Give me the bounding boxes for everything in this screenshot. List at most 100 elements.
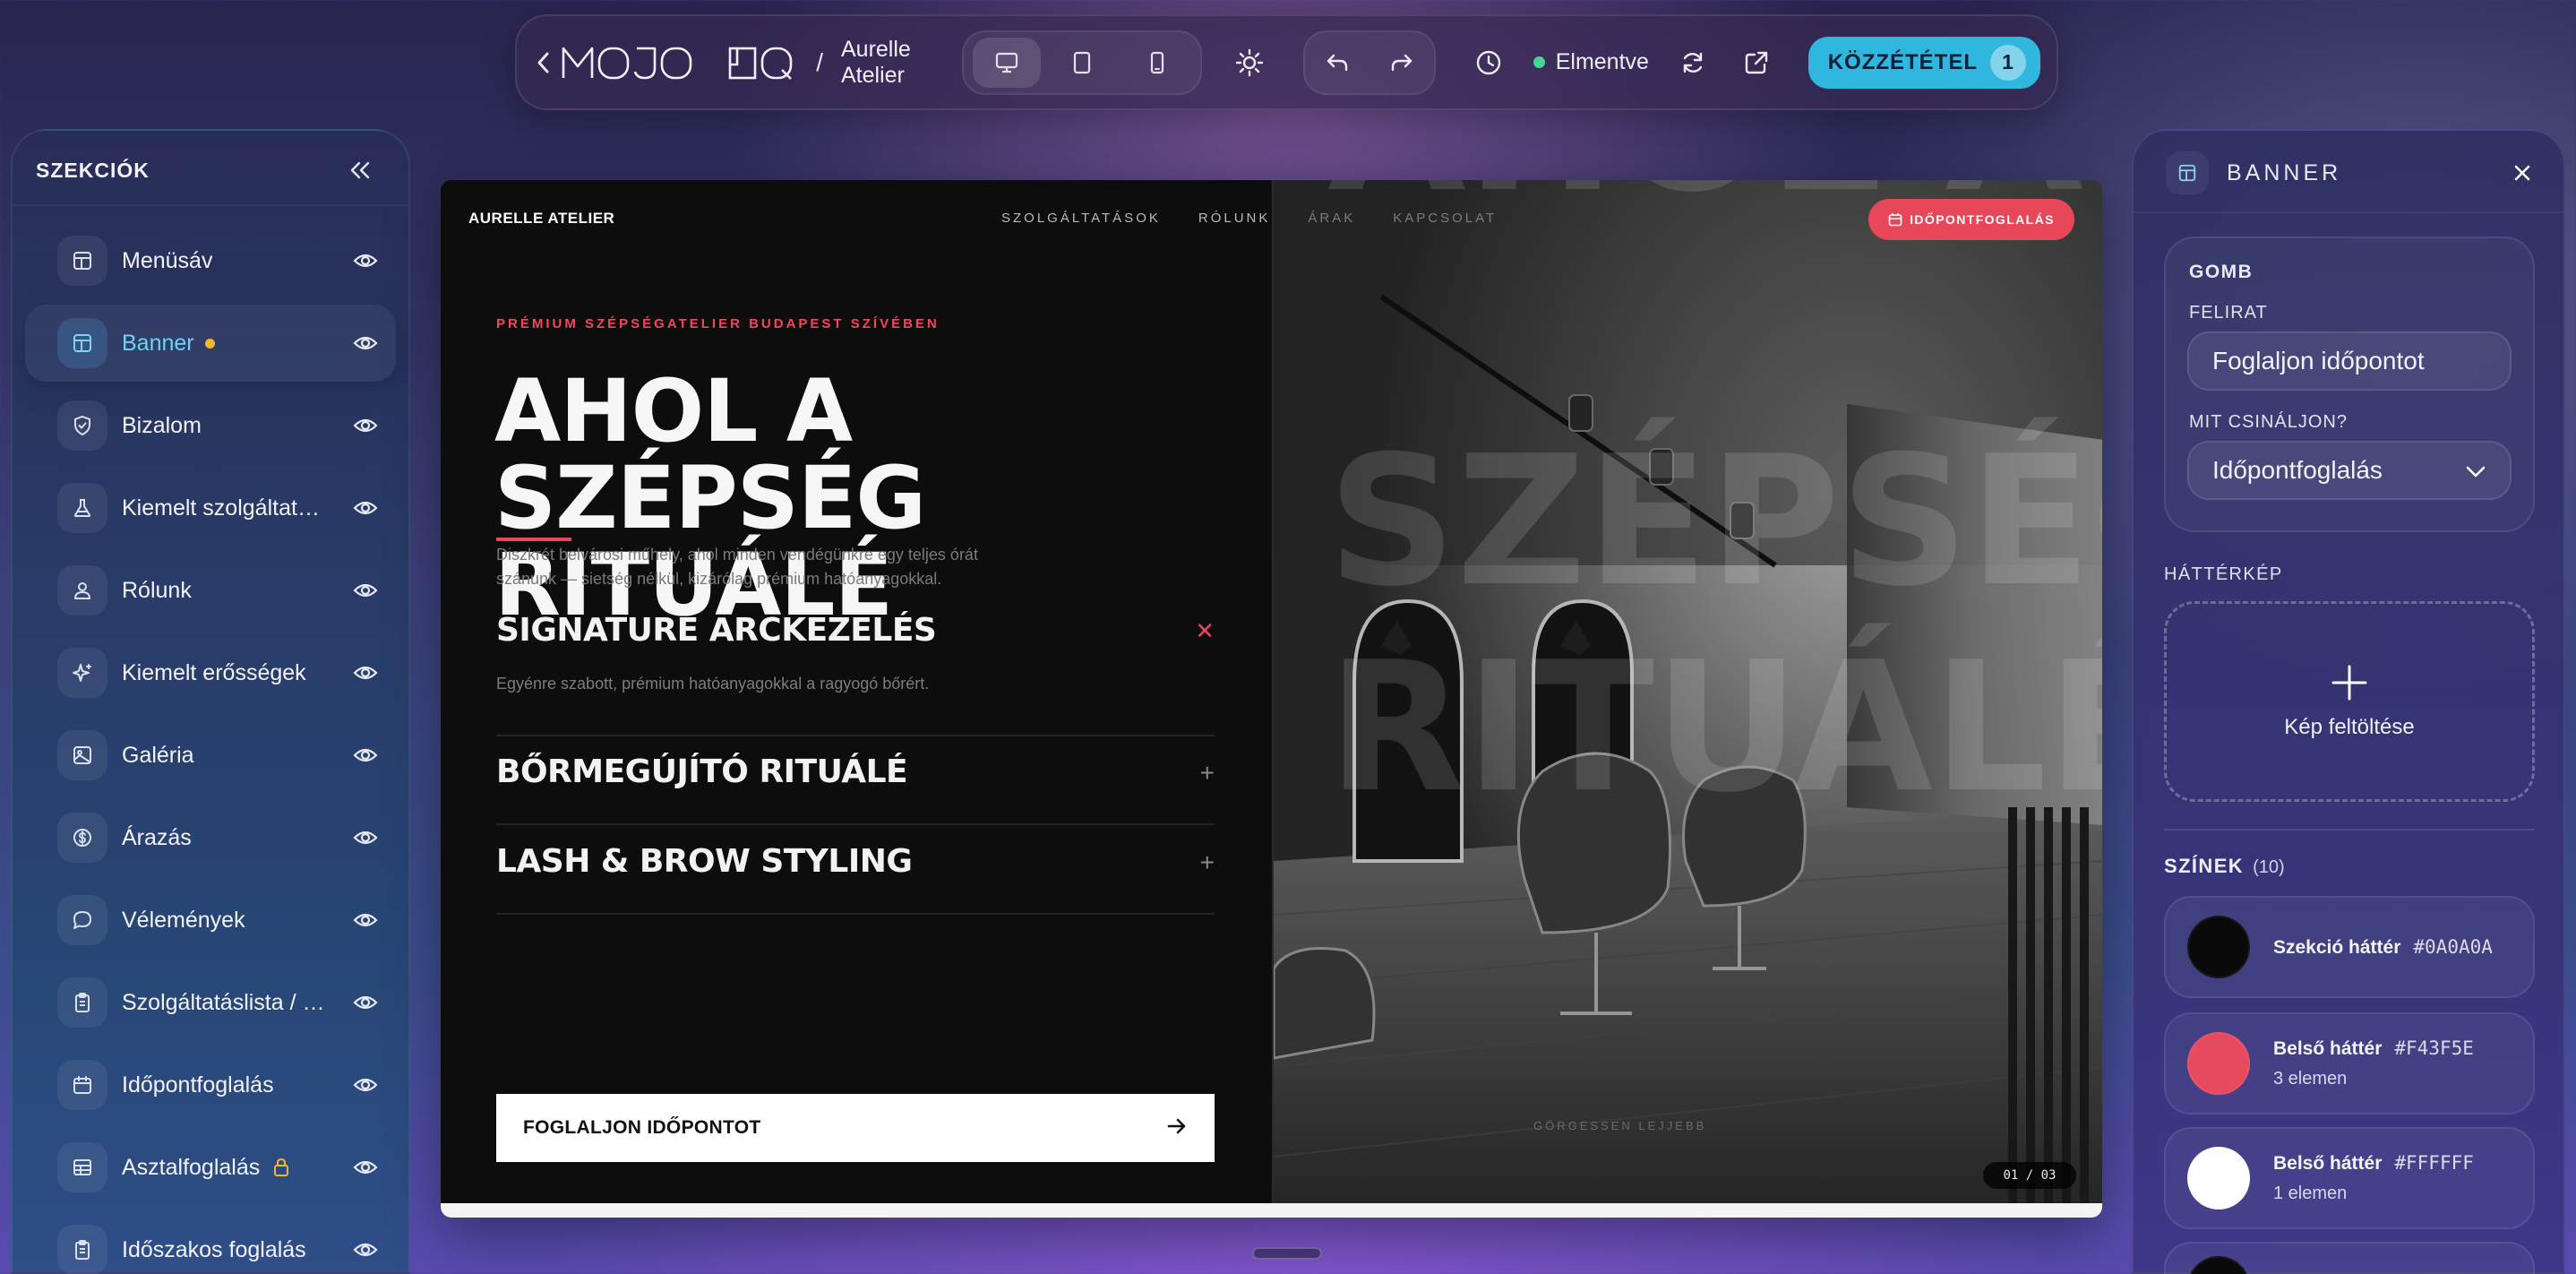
plus-icon[interactable]: + xyxy=(1200,759,1215,788)
chat-icon xyxy=(57,895,107,945)
button-settings-card: GOMB FELIRAT Foglaljon időpontot MIT CSI… xyxy=(2164,237,2535,532)
nav-link-contact[interactable]: KAPCSOLAT xyxy=(1393,211,1497,226)
history-button[interactable] xyxy=(1468,34,1510,91)
preview-booking-button[interactable]: IDŐPONTFOGLALÁS xyxy=(1868,199,2074,240)
canvas-scrollbar[interactable] xyxy=(441,1203,2102,1218)
sidebar-item-banner[interactable]: Banner xyxy=(25,305,396,382)
image-icon xyxy=(57,730,107,780)
booking-button-label: IDŐPONTFOGLALÁS xyxy=(1910,212,2055,227)
back-button[interactable] xyxy=(529,36,558,90)
banner-eyebrow[interactable]: PRÉMIUM SZÉPSÉGATELIER BUDAPEST SZÍVÉBEN xyxy=(496,316,940,331)
nav-link-services[interactable]: SZOLGÁLTATÁSOK xyxy=(1001,211,1161,226)
layout-icon xyxy=(57,318,107,368)
color-swatch[interactable] xyxy=(2187,1256,2250,1274)
eye-icon[interactable] xyxy=(353,746,378,764)
eye-icon[interactable] xyxy=(353,417,378,435)
panel-divider xyxy=(2164,829,2535,831)
banner-image-pane: AHOL A SZÉPSÉG RITUÁLÉ GÖRGESSEN LEJJEBB… xyxy=(1272,180,2102,1203)
eye-icon[interactable] xyxy=(353,829,378,847)
mobile-icon xyxy=(1150,51,1164,73)
bg-word-2: RITUÁLÉ xyxy=(1327,623,2102,832)
undo-button[interactable] xyxy=(1309,38,1366,88)
color-swatch[interactable] xyxy=(2187,916,2250,978)
sidebar-item-label: Banner xyxy=(122,330,194,356)
close-panel-button[interactable] xyxy=(2504,155,2540,191)
eye-icon[interactable] xyxy=(353,1241,378,1259)
eye-icon[interactable] xyxy=(353,499,378,517)
action-select[interactable]: Időpontfoglalás xyxy=(2187,441,2512,500)
color-item-section-bg[interactable]: Szekció háttér #0A0A0A xyxy=(2164,896,2535,998)
upload-label: Kép feltöltése xyxy=(2284,715,2415,739)
device-switcher xyxy=(961,30,1202,95)
accordion-description: Egyénre szabott, prémium hatóanyagokkal … xyxy=(496,675,930,693)
sync-button[interactable] xyxy=(1672,34,1714,91)
preview-brand[interactable]: AURELLE ATELIER xyxy=(468,210,614,228)
button-section-title: GOMB xyxy=(2189,262,2254,282)
image-upload-dropzone[interactable]: Kép feltöltése xyxy=(2164,601,2535,802)
banner-cta-button[interactable]: FOGLALJON IDŐPONTOT xyxy=(496,1094,1215,1162)
color-item-inner-bg-red[interactable]: Belső háttér #F43F5E 3 elemen xyxy=(2164,1012,2535,1115)
eye-icon[interactable] xyxy=(353,911,378,929)
accordion-item[interactable]: BŐRMEGÚJÍTÓ RITUÁLÉ + xyxy=(496,753,1215,807)
accordion-title: LASH & BROW STYLING xyxy=(496,843,913,880)
sidebar-item-kiemelt-szolgaltatasok[interactable]: Kiemelt szolgáltatások xyxy=(25,469,396,547)
color-info: Belső háttér #F43F5E 3 elemen xyxy=(2273,1037,2474,1089)
eye-icon[interactable] xyxy=(353,1076,378,1094)
publish-button[interactable]: KÖZZÉTÉTEL 1 xyxy=(1807,36,2041,89)
caption-input[interactable]: Foglaljon időpontot xyxy=(2187,331,2512,391)
sidebar-item-label: Időpontfoglalás xyxy=(122,1072,274,1098)
nav-link-about[interactable]: RÓLUNK xyxy=(1198,211,1271,226)
layout-icon xyxy=(57,236,107,286)
sidebar-item-galeria[interactable]: Galéria xyxy=(25,717,396,794)
theme-toggle-button[interactable] xyxy=(1229,34,1271,91)
colors-section-title: SZÍNEK (10) xyxy=(2164,855,2285,878)
redo-button[interactable] xyxy=(1373,38,1430,88)
device-mobile-button[interactable] xyxy=(1123,38,1191,88)
sidebar-item-velemenyek[interactable]: Vélemények xyxy=(25,882,396,959)
sidebar-title: SZEKCIÓK xyxy=(36,158,150,182)
color-info: Belső háttér #FFFFFF 1 elemen xyxy=(2273,1152,2474,1204)
bg-word-1: SZÉPSÉG xyxy=(1327,417,2102,626)
sidebar-item-label: Szolgáltatáslista / Étlap xyxy=(122,989,328,1015)
sidebar-item-menusav[interactable]: Menüsáv xyxy=(25,222,396,299)
eye-icon[interactable] xyxy=(353,334,378,352)
sidebar-item-asztalfoglalas[interactable]: Asztalfoglalás xyxy=(25,1129,396,1206)
colors-count: (10) xyxy=(2253,857,2285,877)
color-item-inner-bg-white[interactable]: Belső háttér #FFFFFF 1 elemen xyxy=(2164,1127,2535,1229)
sidebar-item-kiemelt-erossegek[interactable]: Kiemelt erősségek xyxy=(25,634,396,711)
bottom-drawer-handle[interactable] xyxy=(1252,1247,1322,1260)
accordion-item-open[interactable]: SIGNATURE ARCKEZELÉS ✕ Egyénre szabott, … xyxy=(496,612,1215,719)
eye-icon[interactable] xyxy=(353,1158,378,1176)
sidebar-item-szolgaltataslista[interactable]: Szolgáltatáslista / Étlap xyxy=(25,964,396,1041)
breadcrumb-separator: / xyxy=(816,47,823,76)
open-preview-button[interactable] xyxy=(1736,34,1778,91)
accordion-title: SIGNATURE ARCKEZELÉS xyxy=(496,612,937,649)
accordion-item[interactable]: LASH & BROW STYLING + xyxy=(496,843,1215,897)
plus-icon[interactable]: + xyxy=(1200,848,1215,877)
sidebar-item-rolunk[interactable]: Rólunk xyxy=(25,552,396,629)
sidebar-item-bizalom[interactable]: Bizalom xyxy=(25,387,396,464)
sidebar-item-label: Vélemények xyxy=(122,907,245,933)
eye-icon[interactable] xyxy=(353,252,378,270)
banner-lead-text[interactable]: Diszkrét belvárosi műhely, ahol minden v… xyxy=(496,543,1034,590)
external-link-icon xyxy=(1746,51,1768,73)
device-tablet-button[interactable] xyxy=(1048,38,1116,88)
sidebar-header: SZEKCIÓK xyxy=(13,136,408,206)
color-swatch[interactable] xyxy=(2187,1147,2250,1209)
device-desktop-button[interactable] xyxy=(972,37,1041,88)
eye-icon[interactable] xyxy=(353,581,378,599)
collapse-sidebar-button[interactable] xyxy=(342,152,378,188)
color-swatch[interactable] xyxy=(2187,1032,2250,1095)
sidebar-item-arazas[interactable]: Árazás xyxy=(25,799,396,876)
sidebar-item-idopontfoglalas[interactable]: Időpontfoglalás xyxy=(25,1046,396,1123)
sidebar-item-idoszakos-foglalas[interactable]: Időszakos foglalás xyxy=(25,1211,396,1274)
color-item-partial[interactable] xyxy=(2164,1242,2535,1274)
sections-list: Menüsáv Banner Bizalom Kiemelt szolgálta… xyxy=(13,206,408,1274)
page-preview-canvas[interactable]: AURELLE ATELIER PRÉMIUM SZÉPSÉGATELIER B… xyxy=(441,180,2102,1218)
eye-icon[interactable] xyxy=(353,664,378,682)
accordion-divider xyxy=(496,735,1215,736)
eye-icon[interactable] xyxy=(353,994,378,1011)
close-icon[interactable]: ✕ xyxy=(1195,617,1215,645)
nav-link-prices[interactable]: ÁRAK xyxy=(1308,211,1355,226)
status-dot xyxy=(1533,56,1545,68)
